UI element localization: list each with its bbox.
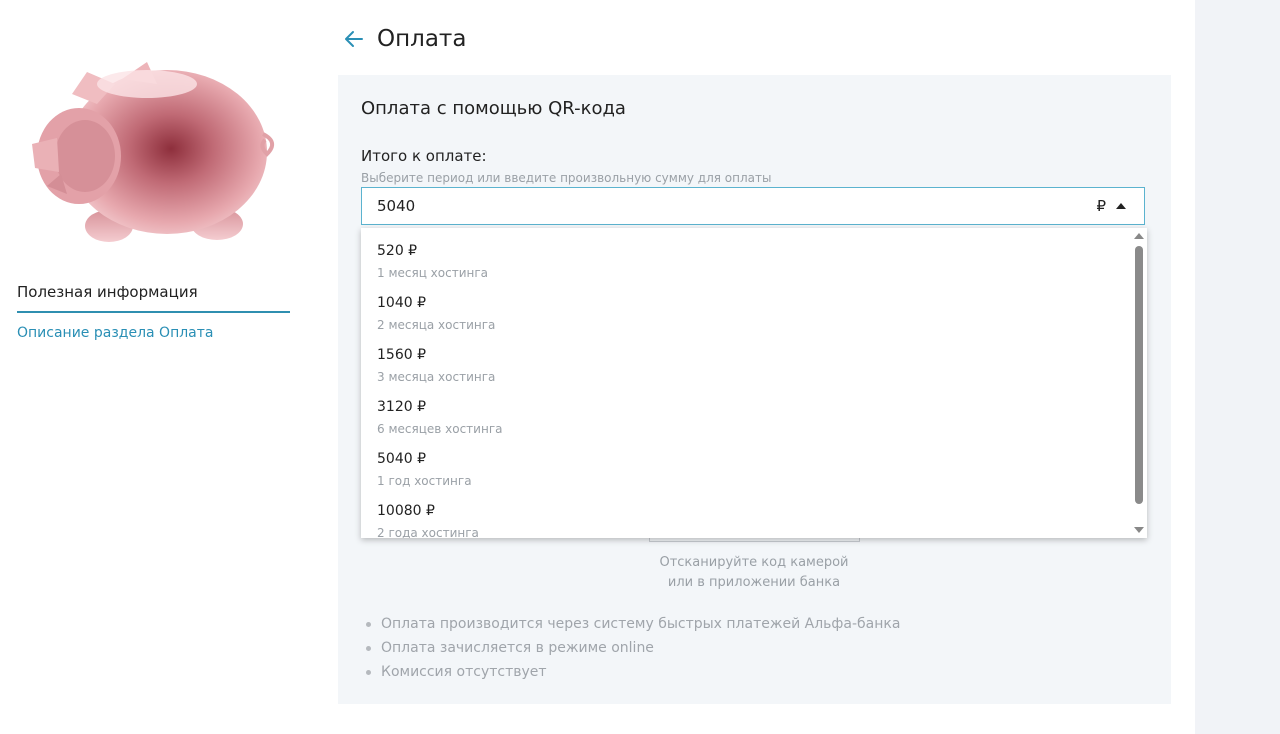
amount-input[interactable] (377, 188, 977, 224)
qr-caption-line-1: Отсканируйте код камерой (659, 555, 849, 570)
payment-notes: Оплата производится через систему быстры… (366, 614, 900, 686)
option-period: 6 месяцев хостинга (377, 422, 503, 436)
option-period: 1 год хостинга (377, 474, 472, 488)
card-title: Оплата с помощью QR-кода (361, 98, 626, 119)
qr-code-frame (649, 538, 860, 542)
caret-up-icon[interactable] (1116, 203, 1126, 209)
back-arrow-icon[interactable] (343, 28, 365, 50)
list-item: Комиссия отсутствует (366, 662, 900, 686)
list-item: Оплата производится через систему быстры… (366, 614, 900, 638)
option-price: 1040 ₽ (377, 295, 426, 311)
option-price: 5040 ₽ (377, 451, 426, 467)
option-period: 3 месяца хостинга (377, 370, 496, 384)
scroll-thumb[interactable] (1135, 246, 1143, 504)
scroll-up-arrow-icon[interactable] (1134, 233, 1144, 239)
scroll-down-arrow-icon[interactable] (1134, 527, 1144, 533)
option-price: 3120 ₽ (377, 399, 426, 415)
payment-section-description-link[interactable]: Описание раздела Оплата (17, 325, 213, 341)
amount-dropdown: 520 ₽ 1 месяц хостинга 1040 ₽ 2 месяца х… (361, 228, 1147, 538)
dropdown-option[interactable]: 1560 ₽ 3 месяца хостинга (361, 332, 1131, 384)
dropdown-option[interactable]: 3120 ₽ 6 месяцев хостинга (361, 384, 1131, 436)
useful-info-title: Полезная информация (17, 283, 290, 313)
amount-select[interactable]: ₽ (361, 187, 1145, 225)
option-period: 2 года хостинга (377, 526, 479, 538)
dropdown-scrollbar[interactable] (1131, 228, 1147, 538)
dropdown-option[interactable]: 5040 ₽ 1 год хостинга (361, 436, 1131, 488)
option-price: 1560 ₽ (377, 347, 426, 363)
qr-caption: Отсканируйте код камерой или в приложени… (604, 553, 904, 593)
right-panel (1195, 0, 1280, 734)
piggy-bank-icon (32, 62, 275, 242)
qr-caption-line-2: или в приложении банка (667, 575, 841, 590)
dropdown-option[interactable]: 1040 ₽ 2 месяца хостинга (361, 280, 1131, 332)
option-price: 520 ₽ (377, 243, 418, 259)
option-price: 10080 ₽ (377, 503, 435, 519)
amount-label: Итого к оплате: (361, 147, 487, 165)
currency-sign: ₽ (1096, 197, 1106, 215)
dropdown-option[interactable]: 10080 ₽ 2 года хостинга (361, 488, 1131, 538)
option-period: 2 месяца хостинга (377, 318, 496, 332)
dropdown-option[interactable]: 520 ₽ 1 месяц хостинга (361, 228, 1131, 280)
amount-hint: Выберите период или введите произвольную… (361, 171, 772, 185)
page-title: Оплата (377, 26, 467, 52)
option-period: 1 месяц хостинга (377, 266, 489, 280)
list-item: Оплата зачисляется в режиме online (366, 638, 900, 662)
